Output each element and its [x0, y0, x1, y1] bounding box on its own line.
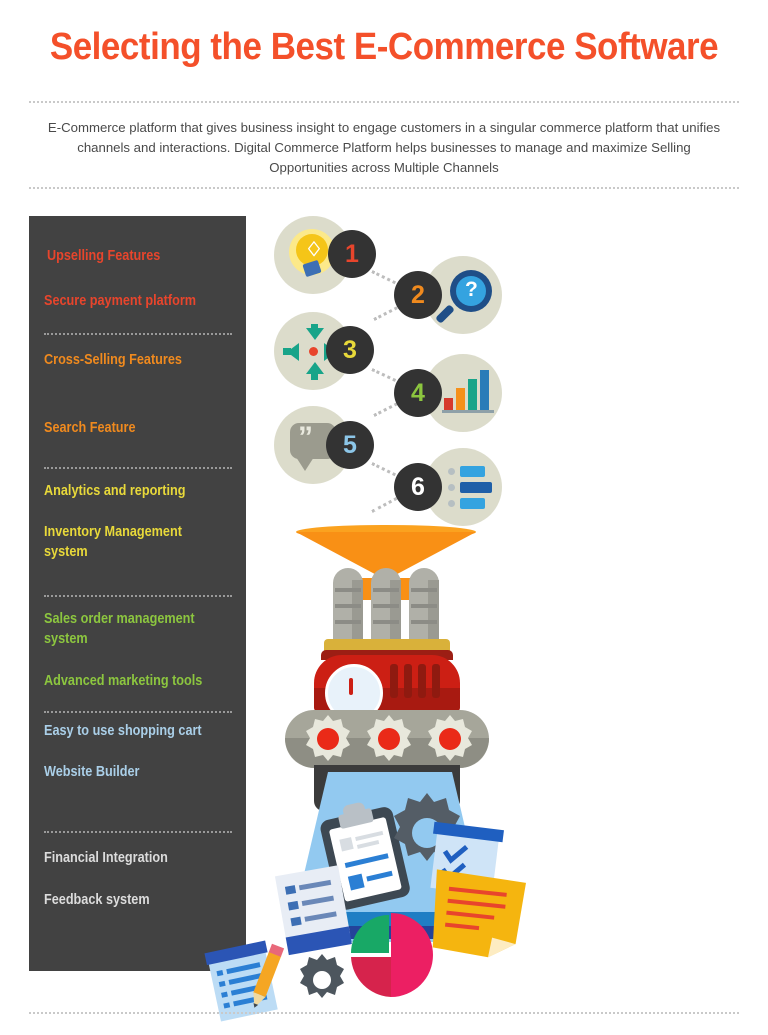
- step-number-1-label: 1: [345, 240, 359, 268]
- feature-divider-5: [44, 831, 232, 833]
- step-number-2[interactable]: 2: [394, 271, 442, 319]
- feature-item-search-feature[interactable]: Search Feature: [44, 418, 216, 438]
- arrow-up-stem: [311, 372, 318, 380]
- list-bullet-2: [448, 484, 455, 491]
- list-bullet-3: [448, 500, 455, 507]
- arrow-down-stem: [311, 324, 318, 332]
- pillar-line-a2: [335, 604, 361, 608]
- bar-chart-baseline: [442, 410, 494, 413]
- step-number-3-label: 3: [343, 336, 357, 364]
- list-bullet-1: [448, 468, 455, 475]
- step-number-4[interactable]: 4: [394, 369, 442, 417]
- pillar-line-b3: [373, 620, 399, 624]
- feature-divider-1: [44, 333, 232, 335]
- step-number-3[interactable]: 3: [326, 326, 374, 374]
- cog-3: [424, 713, 476, 770]
- list-row-1: [460, 466, 485, 477]
- gauge-needle: [349, 678, 353, 695]
- pillar-line-c2: [411, 604, 437, 608]
- pillar-line-a3: [335, 620, 361, 624]
- bar-2: [456, 388, 465, 410]
- pillar-line-a1: [335, 588, 361, 592]
- arrow-right-stem: [283, 348, 291, 355]
- page-title: Selecting the Best E-Commerce Software: [49, 26, 719, 68]
- bar-4: [480, 370, 489, 410]
- feature-item-easy-to-use-shopping-cart[interactable]: Easy to use shopping cart: [44, 721, 216, 741]
- feature-item-upselling-features[interactable]: Upselling Features: [47, 246, 219, 266]
- notepad-pencil-icon: [202, 934, 304, 1035]
- feature-item-feedback-system[interactable]: Feedback system: [44, 890, 216, 910]
- feature-divider-3: [44, 595, 232, 597]
- step-number-6-label: 6: [411, 473, 425, 501]
- lightbulb-filament: ♢: [305, 239, 323, 261]
- feature-item-advanced-marketing-tools[interactable]: Advanced marketing tools: [44, 671, 216, 691]
- feature-divider-4: [44, 711, 232, 713]
- quote-bubble-tail: [296, 457, 314, 471]
- cog-1: [302, 713, 354, 770]
- feature-divider-2: [44, 467, 232, 469]
- infographic-page: Selecting the Best E-Commerce Software E…: [0, 0, 768, 1024]
- step-number-1[interactable]: 1: [328, 230, 376, 278]
- cog-2: [363, 713, 415, 770]
- center-target-dot: [309, 347, 318, 356]
- vent-1: [390, 664, 398, 698]
- vent-4: [432, 664, 440, 698]
- bar-1: [444, 398, 453, 410]
- pillar-line-b1: [373, 588, 399, 592]
- step-number-2-label: 2: [411, 281, 425, 309]
- pie-chart-icon: [348, 912, 434, 1003]
- list-row-2: [460, 482, 492, 493]
- bar-3: [468, 379, 477, 410]
- divider-top: [29, 101, 739, 103]
- pillar-line-c3: [411, 620, 437, 624]
- small-gear-icon: [294, 952, 350, 1013]
- feature-item-secure-payment-platform[interactable]: Secure payment platform: [44, 291, 216, 311]
- list-row-3: [460, 498, 485, 509]
- quote-mark-glyph: ”: [298, 421, 313, 454]
- question-mark-glyph: ?: [465, 278, 478, 301]
- feature-item-financial-integration[interactable]: Financial Integration: [44, 848, 216, 868]
- feature-item-sales-order-management-system[interactable]: Sales order management system: [44, 609, 216, 649]
- bar-chart-icon: [444, 368, 492, 410]
- feature-item-analytics-and-reporting[interactable]: Analytics and reporting: [44, 481, 216, 501]
- step-number-5-label: 5: [343, 431, 357, 459]
- step-number-5[interactable]: 5: [326, 421, 374, 469]
- feature-item-inventory-management-system[interactable]: Inventory Management system: [44, 522, 216, 562]
- divider-subtitle: [29, 187, 739, 189]
- feature-item-website-builder[interactable]: Website Builder: [44, 762, 216, 782]
- vent-3: [418, 664, 426, 698]
- divider-bottom: [29, 1012, 739, 1014]
- vent-2: [404, 664, 412, 698]
- step-number-6[interactable]: 6: [394, 463, 442, 511]
- page-subtitle: E-Commerce platform that gives business …: [47, 120, 721, 175]
- pillar-line-c1: [411, 588, 437, 592]
- feature-item-cross-selling-features[interactable]: Cross-Selling Features: [44, 350, 216, 370]
- pillar-line-b2: [373, 604, 399, 608]
- sticky-note-icon: [425, 867, 530, 970]
- step-number-4-label: 4: [411, 379, 425, 407]
- features-panel: Upselling Features Secure payment platfo…: [29, 216, 246, 971]
